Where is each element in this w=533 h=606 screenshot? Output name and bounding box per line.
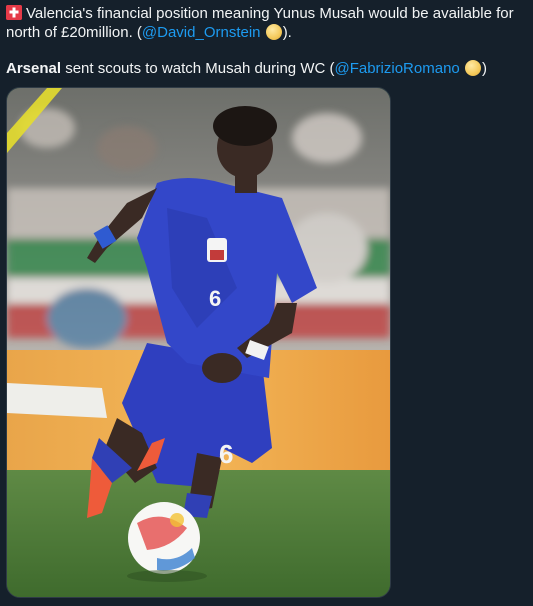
flag-icon [6,5,22,20]
tweet-text-3: sent scouts to watch Musah during WC ( [61,60,335,77]
mention-link-romano[interactable]: @FabrizioRomano [334,60,459,77]
tweet-text-line-3: Arsenal sent scouts to watch Musah durin… [6,59,523,78]
tweet-text-2: north of £20million. ( [6,24,142,41]
tweet-text-3-end: ) [481,60,487,77]
svg-text:6: 6 [209,286,221,311]
tweet: Valencia's financial position meaning Yu… [0,0,533,606]
tweet-text-1: Valencia's financial position meaning Yu… [26,5,514,22]
tweet-bold-arsenal: Arsenal [6,60,62,77]
tweet-text-2-end: ). [282,24,292,41]
yellow-circle-emoji-icon [464,60,481,76]
football-player-photo: FIFA [7,88,390,597]
svg-text:6: 6 [219,439,233,469]
yellow-circle-emoji-icon [265,24,282,40]
tweet-text-line-1: Valencia's financial position meaning Yu… [6,4,523,23]
tweet-media-photo[interactable]: FIFA [6,87,391,598]
mention-link-ornstein[interactable]: @David_Ornstein [142,24,261,41]
tweet-text-line-2: north of £20million. (@David_Ornstein ). [6,23,523,42]
